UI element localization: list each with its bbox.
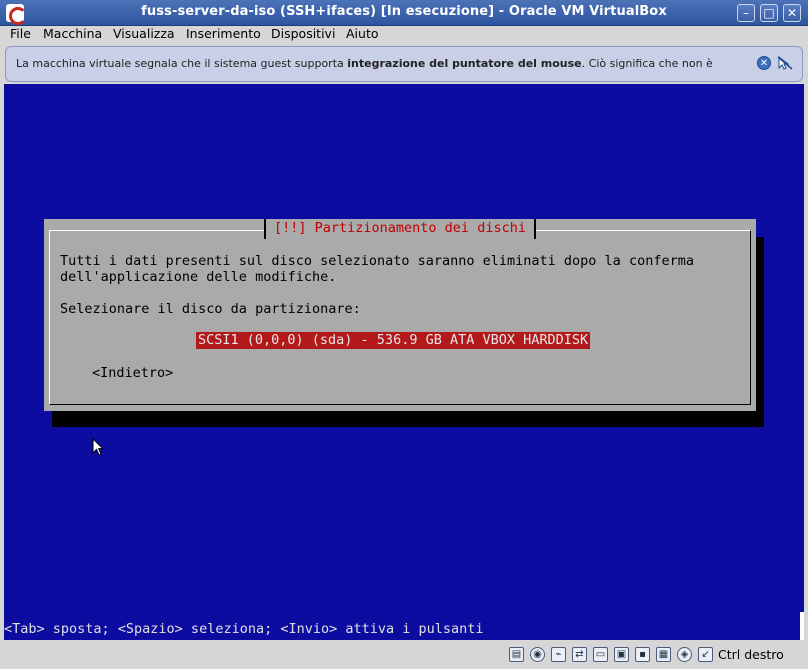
menu-dispositivi[interactable]: Dispositivi: [271, 26, 335, 44]
shared-folder-icon[interactable]: ▭: [593, 647, 608, 662]
banner-close-icon[interactable]: ✕: [757, 56, 771, 70]
minimize-button[interactable]: –: [737, 4, 755, 22]
banner-text-start: La macchina virtuale segnala che il sist…: [16, 57, 348, 70]
network-icon[interactable]: ⇄: [572, 647, 587, 662]
mouse-integration-banner: La macchina virtuale segnala che il sist…: [5, 46, 803, 82]
close-window-button[interactable]: ✕: [783, 4, 801, 22]
window-title: fuss-server-da-iso (SSH+ifaces) [In esec…: [141, 4, 667, 19]
mouse-integration-icon[interactable]: ◈: [677, 647, 692, 662]
usb-icon[interactable]: ⌁: [551, 647, 566, 662]
host-key-label: Ctrl destro: [718, 647, 784, 662]
banner-message: La macchina virtuale segnala che il sist…: [16, 57, 713, 70]
menu-macchina[interactable]: Macchina: [43, 26, 102, 44]
menu-inserimento[interactable]: Inserimento: [186, 26, 261, 44]
optical-drive-icon[interactable]: ◉: [530, 647, 545, 662]
display-icon[interactable]: ▣: [614, 647, 629, 662]
installer-help-line: <Tab> sposta; <Spazio> seleziona; <Invio…: [4, 621, 484, 637]
dialog-warning-line-1: Tutti i dati presenti sul disco selezion…: [60, 253, 694, 269]
menu-bar: File Macchina Visualizza Inserimento Dis…: [0, 26, 808, 44]
video-capture-icon[interactable]: ▪: [635, 647, 650, 662]
mouse-pointer-disable-icon[interactable]: [776, 55, 794, 71]
vm-display[interactable]: [!!] Partizionamento dei dischi Tutti i …: [4, 84, 804, 640]
maximize-button[interactable]: □: [760, 4, 778, 22]
partitioning-dialog: [!!] Partizionamento dei dischi Tutti i …: [44, 219, 756, 411]
menu-aiuto[interactable]: Aiuto: [346, 26, 379, 44]
text-cursor-block: [800, 612, 804, 640]
back-button[interactable]: <Indietro>: [92, 365, 173, 381]
banner-text-bold: integrazione del puntatore del mouse: [347, 57, 582, 70]
vm-status-bar: ▤ ◉ ⌁ ⇄ ▭ ▣ ▪ ▦ ◈ ↙ Ctrl destro: [0, 641, 808, 669]
disk-select-prompt: Selezionare il disco da partizionare:: [60, 301, 361, 317]
mouse-cursor-icon: [92, 438, 105, 456]
dialog-warning-line-2: dell'applicazione delle modifiche.: [60, 269, 337, 285]
hard-disk-icon[interactable]: ▤: [509, 647, 524, 662]
dialog-title: [!!] Partizionamento dei dischi: [264, 219, 536, 239]
menu-file[interactable]: File: [10, 26, 31, 44]
disk-option-sda[interactable]: SCSI1 (0,0,0) (sda) - 536.9 GB ATA VBOX …: [196, 332, 591, 349]
window-titlebar[interactable]: fuss-server-da-iso (SSH+ifaces) [In esec…: [0, 0, 808, 26]
banner-text-end: . Ciò significa che non è: [581, 57, 713, 70]
cpu-icon[interactable]: ▦: [656, 647, 671, 662]
keyboard-capture-icon[interactable]: ↙: [698, 647, 713, 662]
menu-visualizza[interactable]: Visualizza: [113, 26, 175, 44]
